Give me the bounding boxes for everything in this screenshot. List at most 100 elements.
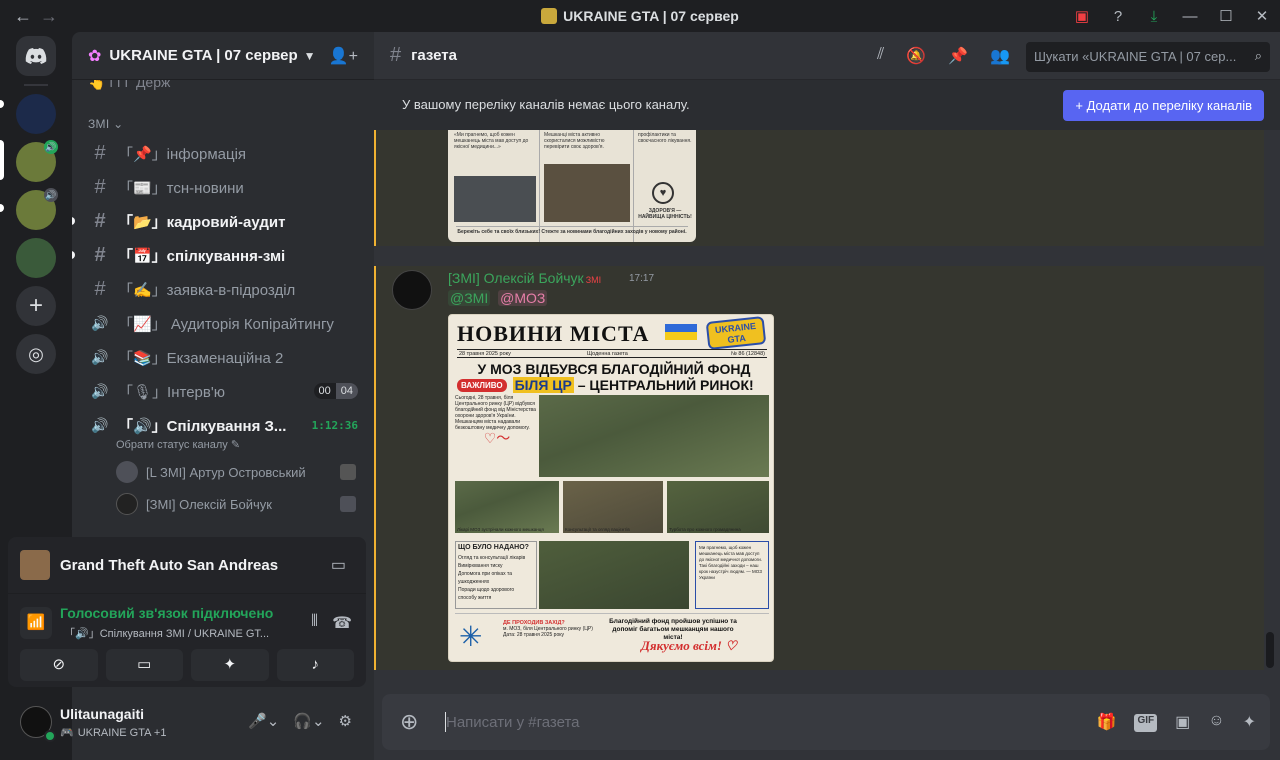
photo (455, 481, 559, 533)
voice-channel-auditoriya[interactable]: 🔊 「📈」 Аудиторія Копірайтингу (80, 307, 366, 339)
channel-kadrovyi-audyt[interactable]: # 「📂」кадровий-аудит (72, 205, 366, 237)
thanks-text: Дякуємо всім! (641, 638, 722, 653)
plus-icon: + (28, 292, 43, 319)
notice-text: У вашому переліку каналів немає цього ка… (402, 97, 690, 112)
subheadline-text: – ЦЕНТРАЛЬНИЙ РИНОК! (573, 377, 754, 393)
channel-label: 「📰」тсн-новини (118, 179, 244, 197)
discord-home-button[interactable] (16, 36, 56, 76)
channel-label: 「📈」 Аудиторія Копірайтингу (118, 315, 334, 333)
category-zmi[interactable]: ЗМІ ⌄ (88, 117, 123, 131)
gift-icon[interactable]: 🎁 (1097, 712, 1117, 732)
cut-off-channel[interactable]: 👆 ГГГ Держ (88, 80, 170, 91)
noise-suppression-icon[interactable]: ⦀ (311, 613, 318, 631)
voice-user-name: [L ЗМІ] Артур Островський (146, 464, 306, 480)
server-ukraine-gta[interactable]: 🔊 (16, 188, 58, 230)
lede: Сьогодні, 28 травня, біля Центрального р… (455, 395, 539, 477)
compass-icon: ◎ (28, 343, 44, 364)
voice-user[interactable]: [L ЗМІ] Артур Островський (116, 458, 356, 486)
invite-people-icon[interactable]: 👤+ (329, 46, 358, 66)
screen-share-icon[interactable]: ▣ (1064, 7, 1100, 25)
username[interactable]: Ulitaunagaiti (60, 706, 144, 722)
author-name[interactable]: [ЗМІ] Олексій Бойчук (448, 270, 584, 286)
channel-list: 👆 ГГГ Держ ЗМІ ⌄ # 「📌」інформація # 「📰」тсн-… (72, 80, 374, 535)
channel-status-hint[interactable]: Обрати статус каналу ✎ (116, 438, 240, 451)
game-icon (20, 550, 50, 580)
box-title: ЩО БУЛО НАДАНО? (458, 544, 529, 551)
help-icon[interactable]: ? (1100, 8, 1136, 25)
controller-icon: 🎮 (60, 727, 74, 739)
disconnect-icon[interactable]: ☎ (332, 613, 352, 633)
voice-channel-ekzamen[interactable]: 🔊 「📚」Екзаменаційна 2 (80, 341, 366, 373)
notifications-off-icon[interactable]: 🔕 (906, 46, 926, 66)
channel-informatsiya[interactable]: # 「📌」інформація (80, 137, 366, 169)
share-screen-button[interactable]: ▭ (105, 649, 183, 681)
divider (8, 593, 366, 594)
server-avatar[interactable] (16, 238, 56, 278)
window-controls: ▣ ? ⤓ — ☐ ✕ (1064, 0, 1280, 32)
voice-timer: 1:12:36 (311, 418, 358, 432)
author-line: [ЗМІ] Олексій Бойчук ЗМІ (448, 270, 601, 286)
role-mention[interactable]: @МОЗ (498, 290, 548, 306)
pin-icon[interactable]: 📌 (948, 46, 968, 66)
lede-text: Сьогодні, 28 травня, біля Центрального р… (455, 395, 536, 431)
emoji-icon[interactable]: ☺ (1208, 712, 1224, 732)
search-placeholder: Шукати «UKRAINE GTA | 07 сер... (1034, 49, 1237, 64)
author-tag: ЗМІ (585, 275, 602, 285)
voice-channel-interview[interactable]: 🔊 「🎙」Інтерв'ю 00 04 (80, 375, 366, 407)
channel-label: 「✍」заявка-в-підрозділ (118, 281, 296, 299)
heartbeat-icon: ♡〜 (483, 430, 511, 446)
apps-icon[interactable]: ✦ (1243, 712, 1256, 732)
server-ukraine-gta-07[interactable]: 🔊 (16, 140, 58, 182)
member-list-icon[interactable]: 👥 (990, 46, 1010, 66)
add-server-button[interactable]: + (16, 286, 56, 326)
newspaper-image[interactable]: НОВИНИ МІСТА UKRAINE GTA 28 травня 2025 … (448, 314, 774, 662)
channel-zayavka[interactable]: # 「✍」заявка-в-підрозділ (80, 273, 366, 305)
signal-icon[interactable]: 📶 (20, 607, 52, 639)
message-mentions: @ЗМІ @МОЗ (448, 290, 551, 306)
attach-plus-icon[interactable]: ⊕ (400, 709, 418, 735)
author-avatar[interactable] (392, 270, 432, 310)
user-limit: 04 (335, 383, 358, 399)
game-activity: Grand Theft Auto San Andreas ▭ (20, 549, 354, 581)
channel-spilkuvannya-zmi[interactable]: # 「📅」спілкування-змі (72, 239, 366, 271)
hash-icon: # (94, 243, 106, 266)
minimize-icon[interactable]: — (1172, 8, 1208, 25)
activities-button[interactable]: ✦ (191, 649, 269, 681)
photo-caption: Консультації та огляд пацієнтів (565, 527, 630, 532)
server-varta[interactable] (16, 94, 56, 134)
newspaper-date: 28 травня 2025 року (459, 351, 511, 357)
newspaper-image-previous[interactable]: «Ми прагнемо, щоб кожен мешканець міста … (448, 130, 696, 242)
close-icon[interactable]: ✕ (1244, 7, 1280, 25)
user-activity: 🎮 UKRAINE GTA +1 (60, 726, 166, 739)
gif-icon[interactable]: GIF (1134, 714, 1158, 732)
avatar (116, 461, 138, 483)
role-mention[interactable]: @ЗМІ (448, 290, 491, 306)
threads-icon[interactable]: ⫽ (877, 46, 884, 66)
headphones-icon[interactable]: 🎧⌄ (293, 712, 324, 730)
scrollbar[interactable] (1266, 632, 1274, 668)
title-bar: ←→ UKRAINE GTA | 07 сервер ▣ ? ⤓ — ☐ ✕ (0, 0, 1280, 32)
chevron-down-icon: ▼ (303, 48, 316, 63)
camera-off-button[interactable]: ⊘ (20, 649, 98, 681)
voice-status[interactable]: Голосовий зв'язок підключено (60, 605, 273, 621)
message-composer[interactable]: ⊕ Написати у #газета 🎁 GIF ▣ ☺ ✦ (382, 694, 1270, 750)
settings-gear-icon[interactable]: ⚙ (339, 712, 352, 730)
stream-game-icon[interactable]: ▭ (331, 555, 346, 575)
add-to-channel-list-button[interactable]: + Додати до переліку каналів (1063, 90, 1264, 121)
maximize-icon[interactable]: ☐ (1208, 7, 1244, 25)
hash-icon: # (94, 277, 106, 300)
microphone-icon[interactable]: 🎤⌄ (248, 712, 279, 730)
download-icon[interactable]: ⤓ (1136, 8, 1172, 25)
voice-channel-active[interactable]: 🔊 「🔊」Спілкування З... 1:12:36 (80, 409, 366, 441)
discover-button[interactable]: ◎ (16, 334, 56, 374)
server-header[interactable]: ✿ UKRAINE GTA | 07 сервер ▼ 👤+ (72, 32, 374, 80)
server-boost-icon: ✿ (88, 47, 102, 65)
category-label: ЗМІ (88, 117, 110, 131)
voice-location[interactable]: 「🔊」Спілкування ЗМІ / UKRAINE GT... (64, 625, 279, 641)
voice-user[interactable]: [ЗМІ] Олексій Бойчук (116, 490, 356, 518)
search-input[interactable]: Шукати «UKRAINE GTA | 07 сер... ⌕ (1026, 42, 1270, 72)
channel-tsn-novyny[interactable]: # 「📰」тсн-новини (80, 171, 366, 203)
soundboard-button[interactable]: ♪ (276, 649, 354, 681)
sticker-icon[interactable]: ▣ (1175, 712, 1190, 732)
column-text: Мешканці міста активно скористалися можл… (544, 132, 605, 150)
